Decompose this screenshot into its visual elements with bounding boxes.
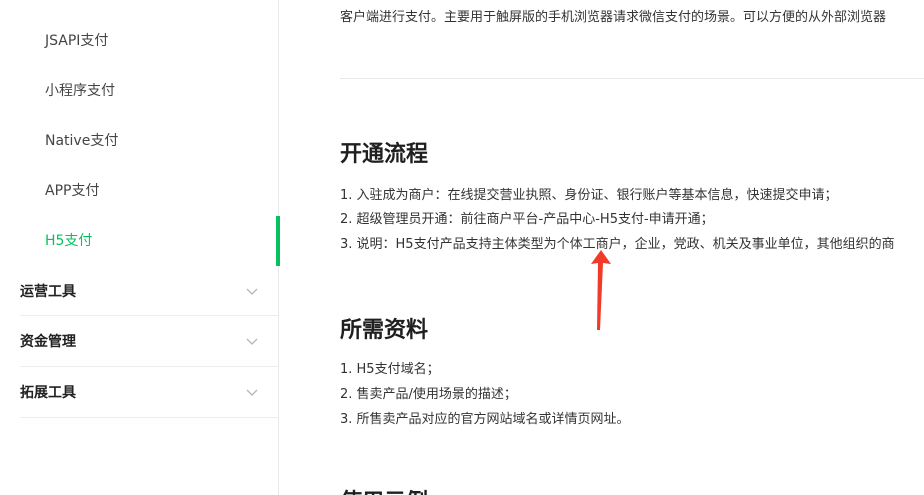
sidebar-item-label: H5支付 (45, 233, 93, 249)
sidebar-item-native-pay[interactable]: Native支付 (0, 116, 279, 166)
section-title-required-materials: 所需资料 (340, 318, 429, 343)
annotation-arrow-icon (591, 250, 611, 330)
sidebar-group-operation-tools[interactable]: 运营工具 (0, 266, 279, 316)
list-item: 1. H5支付域名； (340, 362, 440, 377)
chevron-down-icon (245, 284, 259, 298)
list-item: 3. 说明：H5支付产品支持主体类型为个体工商户，企业，党政、机关及事业单位，其… (340, 237, 895, 252)
sidebar-item-label: APP支付 (45, 183, 100, 199)
sidebar-group-extension-tools[interactable]: 拓展工具 (0, 367, 279, 417)
sidebar-group-label: 拓展工具 (20, 385, 76, 401)
sidebar-nav: JSAPI支付 小程序支付 Native支付 APP支付 H5支付 运营工具 资… (0, 0, 280, 495)
list-item: 2. 售卖产品/使用场景的描述； (340, 387, 517, 402)
chevron-down-icon (245, 385, 259, 399)
section-title-usage-example: 使用示例 (340, 484, 428, 495)
list-item: 1. 入驻成为商户：在线提交营业执照、身份证、银行账户等基本信息，快速提交申请； (340, 188, 838, 203)
list-item: 2. 超级管理员开通：前往商户平台-产品中心-H5支付-申请开通； (340, 212, 714, 227)
sidebar-item-label: 小程序支付 (45, 83, 115, 99)
section-title-open-process: 开通流程 (340, 142, 429, 167)
sidebar-item-label: JSAPI支付 (45, 33, 109, 49)
list-item: 3. 所售卖产品对应的官方网站域名或详情页网址。 (340, 412, 630, 427)
sidebar-item-app-pay[interactable]: APP支付 (0, 166, 279, 216)
sidebar-group-fund-management[interactable]: 资金管理 (0, 316, 279, 366)
sidebar-group-label: 资金管理 (20, 334, 76, 350)
sidebar-item-mini-program-pay[interactable]: 小程序支付 (0, 66, 279, 116)
sidebar-group-label: 运营工具 (20, 284, 76, 300)
intro-text: 客户端进行支付。主要用于触屏版的手机浏览器请求微信支付的场景。可以方便的从外部浏… (340, 10, 887, 25)
sidebar-item-jsapi-pay[interactable]: JSAPI支付 (0, 16, 279, 66)
divider (20, 417, 278, 418)
sidebar-item-h5-pay[interactable]: H5支付 (0, 216, 280, 266)
chevron-down-icon (245, 334, 259, 348)
sidebar-item-label: Native支付 (45, 133, 119, 149)
section-divider (340, 78, 924, 79)
